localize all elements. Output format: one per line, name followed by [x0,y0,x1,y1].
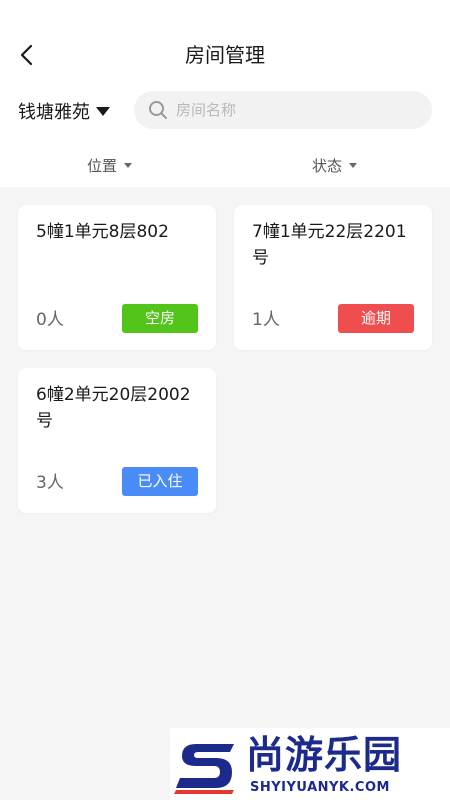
caret-down-icon [124,162,133,168]
room-name: 7幢1单元22层2201号 [252,222,407,268]
watermark: 尚游乐园 SHYIYUANYK.COM [170,728,450,800]
room-card[interactable]: 6幢2单元20层2002号 3人 已入住 [18,368,216,513]
caret-down-icon [349,162,358,168]
caret-down-icon [96,106,110,116]
chevron-left-icon [20,44,33,66]
brand-name: 尚游乐园 [246,733,403,777]
location-filter-label: 位置 [87,156,118,175]
occupant-count: 0人 [36,310,64,330]
status-filter-label: 状态 [312,156,343,175]
search-box[interactable] [134,91,432,129]
status-badge: 已入住 [122,467,198,496]
status-badge: 空房 [122,304,198,333]
status-badge: 逾期 [338,304,414,333]
occupant-count: 1人 [252,310,280,330]
brand-logo-icon [174,744,234,794]
occupant-count: 3人 [36,473,64,493]
brand-url: SHYIYUANYK.COM [250,780,390,795]
room-name: 5幢1单元8层802 [36,222,169,242]
search-input[interactable] [176,101,406,119]
room-card[interactable]: 7幢1单元22层2201号 1人 逾期 [234,205,432,350]
back-button[interactable] [12,40,42,70]
search-icon [149,101,167,119]
room-name: 6幢2单元20层2002号 [36,385,191,431]
status-filter[interactable]: 状态 [312,152,358,178]
community-selector[interactable]: 钱塘雅苑 [18,96,110,126]
location-filter[interactable]: 位置 [87,152,133,178]
community-label: 钱塘雅苑 [18,102,90,123]
room-card[interactable]: 5幢1单元8层802 0人 空房 [18,205,216,350]
